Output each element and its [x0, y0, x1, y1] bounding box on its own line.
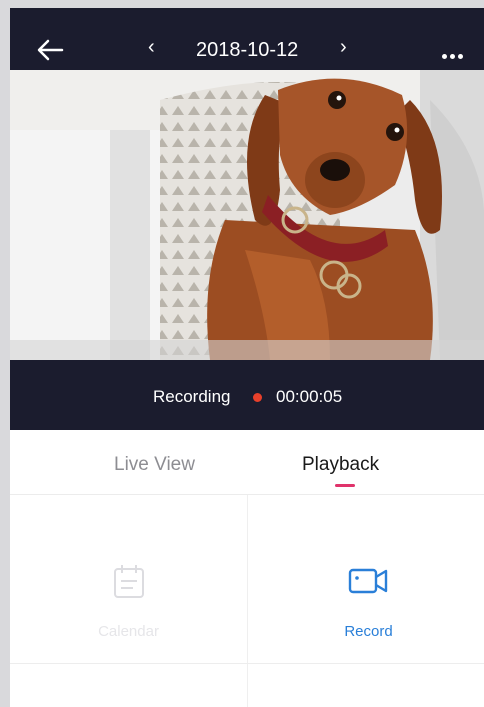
top-bar: ‹ 2018-10-12 ›: [10, 8, 484, 70]
record-button[interactable]: Record: [250, 495, 484, 663]
calendar-icon: [114, 565, 144, 598]
recording-indicator-dot: [253, 393, 262, 402]
recording-label: Recording: [153, 387, 231, 406]
tab-playback[interactable]: Playback: [302, 454, 379, 476]
phone-screen: ‹ 2018-10-12 › Recording 00:00:05 Live V…: [10, 8, 484, 707]
recording-status-bar: Recording 00:00:05: [10, 360, 484, 430]
calendar-label: Calendar: [98, 623, 159, 640]
camera-image: [10, 70, 484, 360]
view-tabs: Live View Playback: [10, 430, 484, 495]
more-options-button[interactable]: [442, 46, 466, 64]
prev-date-button[interactable]: ‹: [148, 36, 155, 59]
video-feed[interactable]: [10, 70, 484, 360]
back-button[interactable]: [36, 38, 64, 62]
date-label: 2018-10-12: [196, 39, 299, 61]
video-camera-icon: [348, 568, 388, 594]
active-tab-indicator: [335, 484, 355, 487]
action-grid: Calendar Record: [10, 495, 484, 707]
record-label: Record: [344, 623, 393, 640]
chevron-left-icon: ‹: [148, 36, 155, 58]
grid-row-2: [10, 664, 248, 707]
chevron-right-icon: ›: [340, 36, 347, 58]
ellipsis-icon: [442, 54, 447, 59]
next-date-button[interactable]: ›: [340, 36, 347, 59]
tab-live-view[interactable]: Live View: [114, 454, 195, 476]
calendar-button[interactable]: Calendar: [10, 495, 248, 663]
recording-timer: 00:00:05: [276, 387, 343, 406]
arrow-left-icon: [37, 39, 64, 61]
